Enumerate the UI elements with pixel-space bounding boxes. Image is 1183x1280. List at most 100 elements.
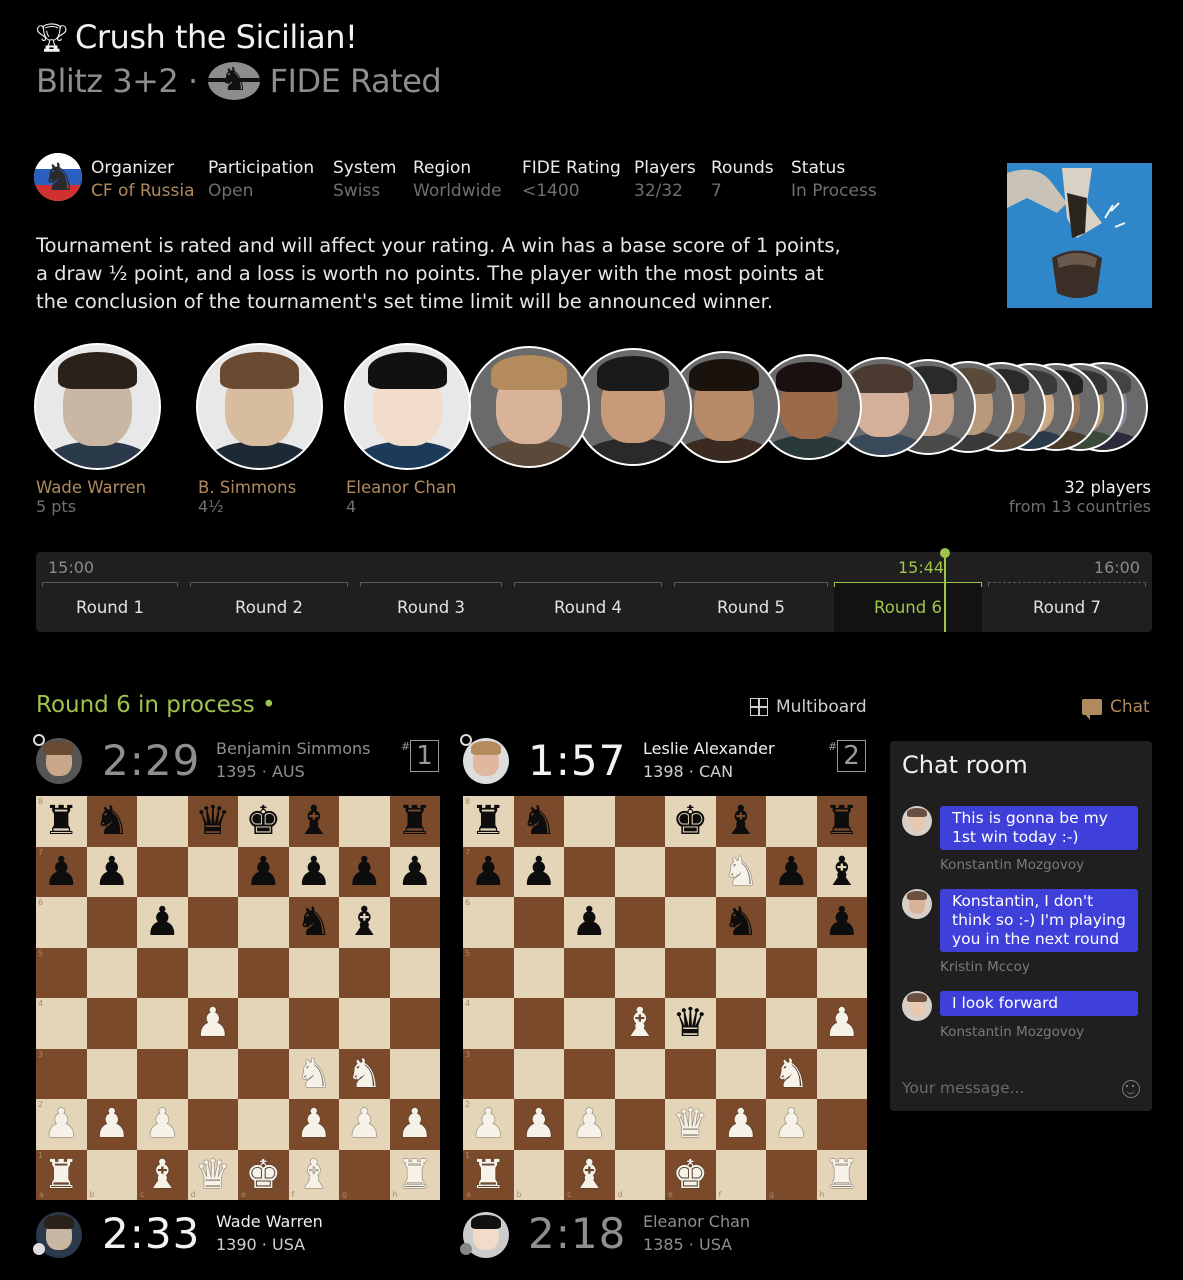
square-f6[interactable]: ♞ [288,897,339,948]
square-d8[interactable]: ♛ [187,796,238,847]
square-h6[interactable] [389,897,440,948]
black-bishop-piece[interactable]: ♝ [346,902,382,942]
round-tab-3[interactable]: Round 3 [354,582,508,632]
square-f4[interactable] [288,998,339,1049]
square-e8[interactable]: ♚ [665,796,716,847]
square-e4[interactable]: ♛ [665,998,716,1049]
chat-avatar[interactable] [902,991,932,1021]
square-b7[interactable]: ♟ [86,846,137,897]
square-c4[interactable] [137,998,188,1049]
square-c4[interactable] [564,998,615,1049]
player-name[interactable]: Leslie Alexander [643,739,775,758]
square-a5[interactable]: 5 [463,947,514,998]
players-summary[interactable]: 32 players from 13 countries [1009,478,1151,516]
white-pawn-piece[interactable]: ♟ [521,1104,557,1144]
square-h2[interactable]: ♟ [389,1099,440,1150]
square-d8[interactable] [614,796,665,847]
white-king-piece[interactable]: ♚ [672,1155,708,1195]
player-avatar[interactable] [34,343,161,470]
square-f1[interactable]: ♝ f [288,1149,339,1200]
square-f3[interactable] [715,1048,766,1099]
white-pawn-piece[interactable]: ♟ [397,1104,433,1144]
square-e5[interactable] [665,947,716,998]
square-e3[interactable] [665,1048,716,1099]
round-tab-4[interactable]: Round 4 [508,582,668,632]
organizer-logo[interactable]: ♞ [34,153,82,201]
white-knight-piece[interactable]: ♞ [296,1054,332,1094]
player-name[interactable]: Eleanor Chan [643,1212,750,1231]
square-c7[interactable] [137,846,188,897]
white-knight-piece[interactable]: ♞ [723,852,759,892]
square-b6[interactable] [86,897,137,948]
white-knight-piece[interactable]: ♞ [346,1054,382,1094]
chat-message-input[interactable]: Your message... [902,1079,1024,1097]
square-h7[interactable]: ♝ [816,846,867,897]
chat-avatar[interactable] [902,806,932,836]
black-pawn-piece[interactable]: ♟ [245,852,281,892]
black-knight-piece[interactable]: ♞ [296,902,332,942]
square-g1[interactable]: g [766,1149,817,1200]
black-pawn-piece[interactable]: ♟ [470,852,506,892]
white-rook-piece[interactable]: ♜ [470,1155,506,1195]
square-b8[interactable]: ♞ [86,796,137,847]
square-h4[interactable]: ♟ [816,998,867,1049]
square-g1[interactable]: g [339,1149,390,1200]
square-f2[interactable]: ♟ [288,1099,339,1150]
round-tab-5[interactable]: Round 5 [668,582,834,632]
square-g5[interactable] [339,947,390,998]
square-c7[interactable] [564,846,615,897]
square-g6[interactable] [766,897,817,948]
black-pawn-piece[interactable]: ♟ [773,852,809,892]
black-king-piece[interactable]: ♚ [672,801,708,841]
player-avatar-leslie-alexander[interactable] [463,738,509,784]
black-bishop-piece[interactable]: ♝ [824,852,860,892]
square-g3[interactable]: ♞ [766,1048,817,1099]
square-b3[interactable] [513,1048,564,1099]
square-e6[interactable] [665,897,716,948]
chat-author[interactable]: Kristin Mccoy [940,959,1030,975]
square-b5[interactable] [513,947,564,998]
square-e1[interactable]: ♚ e [665,1149,716,1200]
square-c5[interactable] [564,947,615,998]
square-a5[interactable]: 5 [36,947,87,998]
round-tab-6[interactable]: Round 6 [834,582,982,632]
square-d1[interactable]: ♛ d [187,1149,238,1200]
square-h2[interactable] [816,1099,867,1150]
leader-1[interactable]: Wade Warren 5 pts [36,478,146,516]
player-name[interactable]: Wade Warren [216,1212,323,1231]
square-a6[interactable]: 6 [36,897,87,948]
black-rook-piece[interactable]: ♜ [824,801,860,841]
square-e2[interactable] [238,1099,289,1150]
square-d4[interactable]: ♟ [187,998,238,1049]
square-e4[interactable] [238,998,289,1049]
square-c2[interactable]: ♟ [564,1099,615,1150]
square-b1[interactable]: b [86,1149,137,1200]
player-name[interactable]: Benjamin Simmons [216,739,371,758]
black-king-piece[interactable]: ♚ [245,801,281,841]
square-b2[interactable]: ♟ [86,1099,137,1150]
square-h4[interactable] [389,998,440,1049]
round-tab-2[interactable]: Round 2 [184,582,354,632]
white-pawn-piece[interactable]: ♟ [43,1104,79,1144]
black-rook-piece[interactable]: ♜ [397,801,433,841]
square-d2[interactable] [614,1099,665,1150]
square-b5[interactable] [86,947,137,998]
white-rook-piece[interactable]: ♜ [824,1155,860,1195]
square-a3[interactable]: 3 [463,1048,514,1099]
square-d5[interactable] [187,947,238,998]
black-pawn-piece[interactable]: ♟ [94,852,130,892]
white-bishop-piece[interactable]: ♝ [571,1155,607,1195]
black-queen-piece[interactable]: ♛ [195,801,231,841]
square-a4[interactable]: 4 [36,998,87,1049]
leader-3[interactable]: Eleanor Chan 4 [346,478,456,516]
square-a7[interactable]: ♟ 7 [36,846,87,897]
chat-author[interactable]: Konstantin Mozgovoy [940,857,1084,873]
player-avatar[interactable] [468,345,590,468]
black-pawn-piece[interactable]: ♟ [397,852,433,892]
square-a8[interactable]: ♜ 8 [36,796,87,847]
square-c1[interactable]: ♝ c [564,1149,615,1200]
white-pawn-piece[interactable]: ♟ [296,1104,332,1144]
square-d4[interactable]: ♝ [614,998,665,1049]
square-f4[interactable] [715,998,766,1049]
square-h5[interactable] [389,947,440,998]
